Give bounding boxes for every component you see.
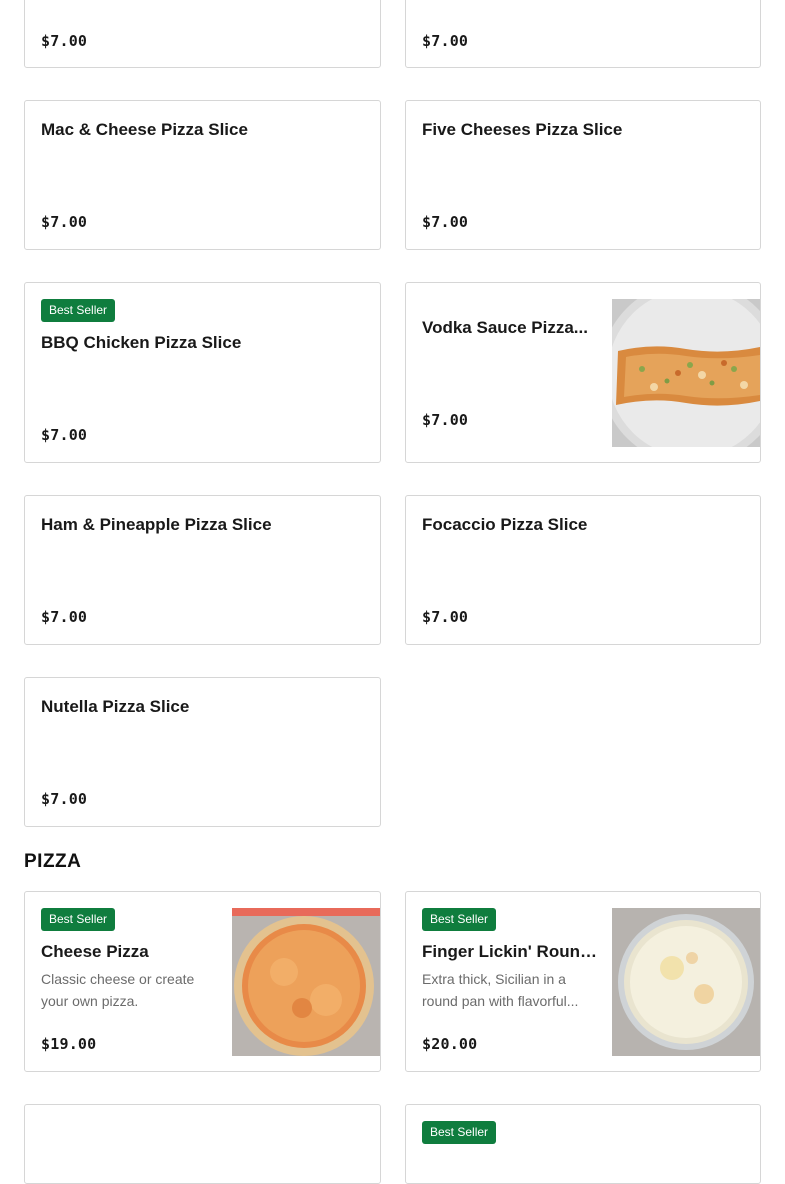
item-price: $20.00 bbox=[422, 1035, 478, 1053]
item-price: $7.00 bbox=[41, 790, 88, 808]
item-price: $7.00 bbox=[41, 608, 88, 626]
cheese-pizza-photo-icon bbox=[232, 908, 380, 1056]
best-seller-badge: Best Seller bbox=[422, 908, 497, 931]
item-price: $7.00 bbox=[422, 411, 469, 429]
item-name: Vodka Sauce Pizza... bbox=[422, 318, 588, 337]
item-price: $7.00 bbox=[422, 608, 469, 626]
item-name: Mac & Cheese Pizza Slice bbox=[41, 120, 248, 139]
item-name: Five Cheeses Pizza Slice bbox=[422, 120, 623, 139]
menu-item-card[interactable]: Best Seller bbox=[405, 1104, 761, 1184]
menu-item-card[interactable]: $7.00 bbox=[24, 0, 381, 68]
menu-item-ham-pineapple[interactable]: Ham & Pineapple Pizza Slice $7.00 bbox=[24, 495, 381, 645]
item-price: $7.00 bbox=[41, 32, 88, 50]
menu-item-finger-lickin-round[interactable]: Best Seller Finger Lickin' Round... Extr… bbox=[405, 891, 761, 1072]
item-name: Nutella Pizza Slice bbox=[41, 697, 190, 716]
menu-item-card[interactable]: $7.00 bbox=[405, 0, 761, 68]
section-title-pizza: PIZZA bbox=[24, 851, 82, 872]
item-name: Focaccio Pizza Slice bbox=[422, 515, 588, 534]
best-seller-badge: Best Seller bbox=[41, 908, 116, 931]
item-name: Finger Lickin' Round... bbox=[422, 942, 597, 961]
item-name: Cheese Pizza bbox=[41, 942, 149, 961]
item-name: Ham & Pineapple Pizza Slice bbox=[41, 515, 272, 534]
item-price: $7.00 bbox=[41, 426, 88, 444]
menu-item-cheese-pizza[interactable]: Best Seller Cheese Pizza Classic cheese … bbox=[24, 891, 381, 1072]
menu-item-five-cheeses[interactable]: Five Cheeses Pizza Slice $7.00 bbox=[405, 100, 761, 250]
menu-item-mac-cheese[interactable]: Mac & Cheese Pizza Slice $7.00 bbox=[24, 100, 381, 250]
menu-item-vodka-sauce[interactable]: Vodka Sauce Pizza... $7.00 bbox=[405, 282, 761, 463]
menu-item-card[interactable] bbox=[24, 1104, 381, 1184]
menu-item-nutella[interactable]: Nutella Pizza Slice $7.00 bbox=[24, 677, 381, 827]
item-price: $19.00 bbox=[41, 1035, 97, 1053]
item-description: Extra thick, Sicilian in a round pan wit… bbox=[422, 971, 579, 1009]
menu-item-bbq-chicken[interactable]: Best Seller BBQ Chicken Pizza Slice $7.0… bbox=[24, 282, 381, 463]
round-pizza-photo-icon bbox=[612, 908, 760, 1056]
item-price: $7.00 bbox=[422, 213, 469, 231]
item-description: Classic cheese or create your own pizza. bbox=[41, 971, 195, 1009]
item-price: $7.00 bbox=[422, 32, 469, 50]
menu-item-focaccio[interactable]: Focaccio Pizza Slice $7.00 bbox=[405, 495, 761, 645]
best-seller-badge: Best Seller bbox=[41, 299, 116, 322]
pizza-slice-photo-icon bbox=[612, 299, 760, 447]
item-price: $7.00 bbox=[41, 213, 88, 231]
item-name: BBQ Chicken Pizza Slice bbox=[41, 333, 242, 352]
